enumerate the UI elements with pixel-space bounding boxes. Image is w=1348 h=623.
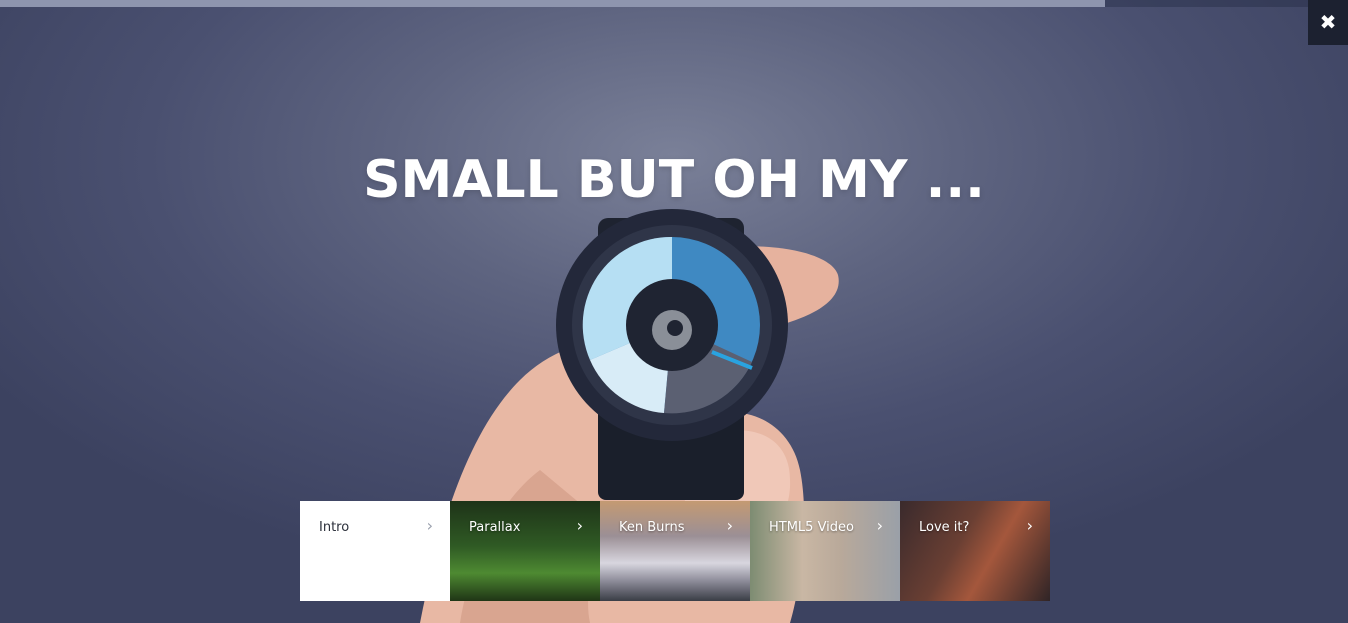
thumbnail-parallax[interactable]: Parallax › [450,501,600,601]
chevron-right-icon: › [1026,516,1033,535]
thumbnail-label: HTML5 Video [769,520,855,535]
slideshow-stage: ✖ SMALL BUT OH MY ... Intro › Parallax ›… [0,0,1348,623]
thumbnail-label: Ken Burns [619,520,685,535]
chevron-right-icon: › [426,516,433,535]
thumbnail-label: Parallax [469,520,521,535]
close-button[interactable]: ✖ [1308,0,1348,45]
slide-headline: SMALL BUT OH MY ... [363,150,985,210]
thumbnail-html5-video[interactable]: HTML5 Video › [750,501,900,601]
thumbnail-label: Intro [319,520,350,535]
chevron-right-icon: › [726,516,733,535]
thumbnail-label: Love it? [919,520,970,535]
thumbnail-ken-burns[interactable]: Ken Burns › [600,501,750,601]
progress-fill [0,0,1106,7]
close-icon: ✖ [1319,12,1337,34]
thumbnail-intro[interactable]: Intro › [300,501,450,601]
chevron-right-icon: › [576,516,583,535]
slideshow-progress-bar [0,0,1348,7]
slide-thumbnail-nav: Intro › Parallax › Ken Burns › HTML5 Vid… [300,501,1050,601]
chevron-right-icon: › [876,516,883,535]
thumbnail-love-it[interactable]: Love it? › [900,501,1050,601]
